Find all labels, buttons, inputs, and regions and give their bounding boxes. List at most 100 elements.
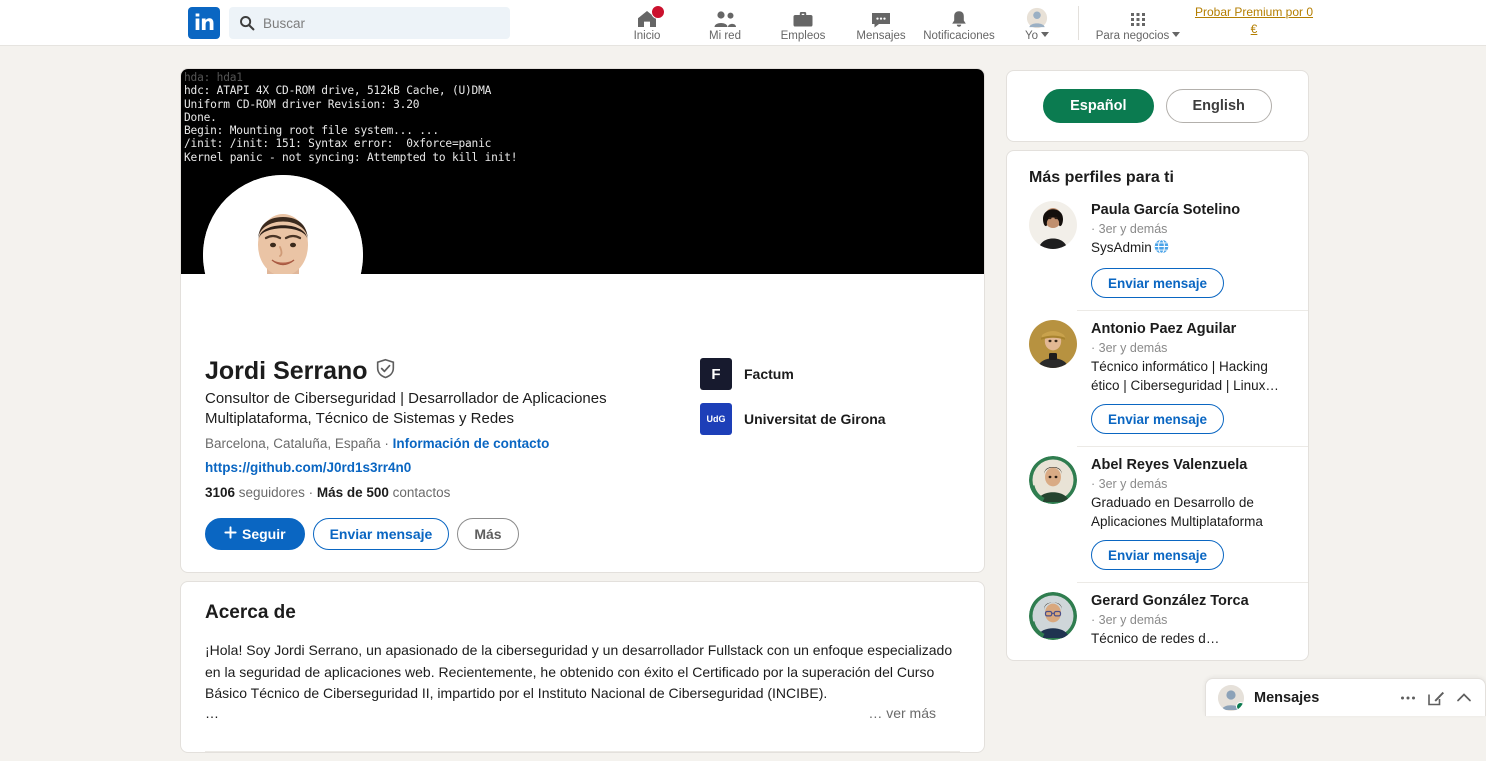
- organization-name: Universitat de Girona: [744, 411, 886, 427]
- avatar[interactable]: [1029, 201, 1077, 249]
- avatar[interactable]: [1029, 456, 1077, 504]
- chevron-up-icon[interactable]: [1455, 689, 1473, 707]
- avatar[interactable]: [1218, 684, 1244, 711]
- page-title: Jordi Serrano: [205, 357, 368, 385]
- nav-item-empleos[interactable]: Empleos: [764, 0, 842, 46]
- connections-label: contactos: [388, 485, 451, 500]
- profile-headline: Consultor de Ciberseguridad | Desarrolla…: [205, 390, 607, 427]
- globe-icon: [1154, 239, 1169, 259]
- follow-button[interactable]: Seguir: [205, 518, 305, 550]
- list-item[interactable]: Antonio Paez Aguilar · 3er y demás Técni…: [1007, 310, 1308, 446]
- messaging-title: Mensajes: [1254, 689, 1320, 706]
- messaging-bar[interactable]: Mensajes: [1205, 678, 1486, 716]
- followers-count: 3106: [205, 485, 236, 500]
- udg-logo-icon: UdG: [700, 403, 732, 435]
- list-item-body: Abel Reyes Valenzuela · 3er y demás Grad…: [1091, 456, 1286, 570]
- send-message-button[interactable]: Enviar mensaje: [1091, 540, 1225, 570]
- list-item[interactable]: Abel Reyes Valenzuela · 3er y demás Grad…: [1007, 446, 1308, 582]
- bell-icon: [949, 7, 969, 29]
- nav-item-label: Para negocios: [1096, 30, 1181, 42]
- followers-label: seguidores: [235, 485, 309, 500]
- about-section: Acerca de ¡Hola! Soy Jordi Serrano, un a…: [181, 582, 984, 737]
- send-message-button[interactable]: Enviar mensaje: [1091, 404, 1225, 434]
- avatar[interactable]: [1029, 592, 1077, 640]
- language-english-button[interactable]: English: [1165, 89, 1272, 123]
- nav-items: Inicio Mi red Empleos Mensajes Notificac: [608, 0, 1076, 46]
- profile-suggestion-headline: Técnico de redes d…: [1091, 631, 1220, 646]
- send-message-button[interactable]: Enviar mensaje: [1091, 268, 1225, 298]
- profile-banner[interactable]: hda: hda1 hdc: ATAPI 4X CD-ROM drive, 51…: [181, 69, 984, 274]
- network-icon: [713, 7, 737, 29]
- profile-website-link[interactable]: https://github.com/J0rd1s3rr4n0: [205, 460, 960, 475]
- more-profiles-title: Más perfiles para ti: [1029, 169, 1174, 186]
- search-icon: [239, 15, 255, 31]
- about-ellipsis: …: [205, 704, 219, 721]
- grid-icon: [1128, 7, 1148, 29]
- message-icon: [870, 7, 892, 29]
- profile-stats: 3106 seguidores · Más de 500 contactos: [205, 485, 960, 500]
- search-box[interactable]: [229, 7, 510, 39]
- profile-suggestion-headline: Técnico informático | Hacking ético | Ci…: [1091, 359, 1279, 393]
- nav-divider: [1078, 6, 1079, 40]
- about-footer: … … ver más: [205, 705, 960, 737]
- nav-item-inicio[interactable]: Inicio: [608, 0, 686, 46]
- language-toggle: Español English: [1007, 71, 1308, 141]
- home-notification-badge: [651, 4, 665, 19]
- avatar[interactable]: [1029, 320, 1077, 368]
- top-navigation-bar: in Inicio Mi red Empleos: [0, 0, 1486, 46]
- nav-item-label: Mensajes: [856, 29, 906, 42]
- avatar-icon: [1025, 7, 1049, 29]
- profile-suggestion-name: Gerard González Torca: [1091, 593, 1249, 609]
- banner-terminal-text: hda: hda1 hdc: ATAPI 4X CD-ROM drive, 51…: [184, 71, 518, 164]
- premium-link[interactable]: Probar Premium por 0 €: [1192, 4, 1316, 38]
- list-item[interactable]: Paula García Sotelino · 3er y demás SysA…: [1007, 191, 1308, 310]
- more-profiles-card: Más perfiles para ti Paula García Soteli…: [1006, 150, 1309, 661]
- see-more-link[interactable]: … ver más: [868, 705, 936, 721]
- message-button[interactable]: Enviar mensaje: [312, 518, 450, 550]
- nav-item-mi-red[interactable]: Mi red: [686, 0, 764, 46]
- verified-shield-icon: [375, 356, 396, 386]
- main-column: hda: hda1 hdc: ATAPI 4X CD-ROM drive, 51…: [180, 68, 985, 761]
- compose-icon[interactable]: [1427, 689, 1445, 707]
- list-item[interactable]: Gerard González Torca · 3er y demás Técn…: [1007, 582, 1308, 660]
- profile-suggestion-headline: Graduado en Desarrollo de Aplicaciones M…: [1091, 495, 1263, 529]
- connections-count: Más de 500: [316, 485, 389, 500]
- nav-item-yo[interactable]: Yo: [998, 0, 1076, 46]
- right-sidebar: Español English Más perfiles para ti Pau…: [1006, 70, 1309, 669]
- nav-item-notificaciones[interactable]: Notificaciones: [920, 0, 998, 46]
- stats-separator: ·: [308, 485, 317, 500]
- profile-photo[interactable]: [203, 175, 363, 274]
- nav-item-label: Empleos: [780, 29, 826, 42]
- profile-suggestion-name: Antonio Paez Aguilar: [1091, 321, 1237, 337]
- about-title: Acerca de: [205, 602, 296, 623]
- online-status-dot: [1236, 701, 1244, 711]
- chevron-down-icon: [1172, 31, 1181, 37]
- profile-action-buttons: Seguir Enviar mensaje Más: [205, 518, 960, 550]
- language-espanol-button[interactable]: Español: [1043, 89, 1154, 123]
- search-input[interactable]: [263, 15, 500, 31]
- organization-name: Factum: [744, 366, 794, 382]
- about-divider: [205, 750, 960, 752]
- plus-icon: [224, 526, 237, 542]
- nav-item-label: Yo: [1025, 30, 1049, 42]
- profile-suggestion-name: Abel Reyes Valenzuela: [1091, 457, 1248, 473]
- organization-item[interactable]: UdG Universitat de Girona: [700, 403, 960, 435]
- about-card: Acerca de ¡Hola! Soy Jordi Serrano, un a…: [180, 581, 985, 753]
- linkedin-logo[interactable]: in: [188, 7, 220, 39]
- home-icon: [636, 4, 665, 29]
- more-button[interactable]: Más: [457, 518, 519, 550]
- ellipsis-icon[interactable]: [1399, 689, 1417, 707]
- profile-organizations: F Factum UdG Universitat de Girona: [700, 358, 960, 448]
- contact-info-link[interactable]: Información de contacto: [393, 436, 550, 451]
- language-card: Español English: [1006, 70, 1309, 142]
- profile-suggestion-name: Paula García Sotelino: [1091, 202, 1241, 218]
- profile-suggestion-degree: · 3er y demás: [1091, 222, 1168, 236]
- organization-item[interactable]: F Factum: [700, 358, 960, 390]
- profile-location: Barcelona, Cataluña, España: [205, 436, 381, 451]
- briefcase-icon: [792, 7, 814, 29]
- nav-item-mensajes[interactable]: Mensajes: [842, 0, 920, 46]
- profile-suggestion-degree: · 3er y demás: [1091, 341, 1168, 355]
- list-item-body: Antonio Paez Aguilar · 3er y demás Técni…: [1091, 320, 1286, 434]
- nav-item-para-negocios[interactable]: Para negocios: [1090, 0, 1186, 46]
- nav-item-label: Inicio: [633, 29, 661, 42]
